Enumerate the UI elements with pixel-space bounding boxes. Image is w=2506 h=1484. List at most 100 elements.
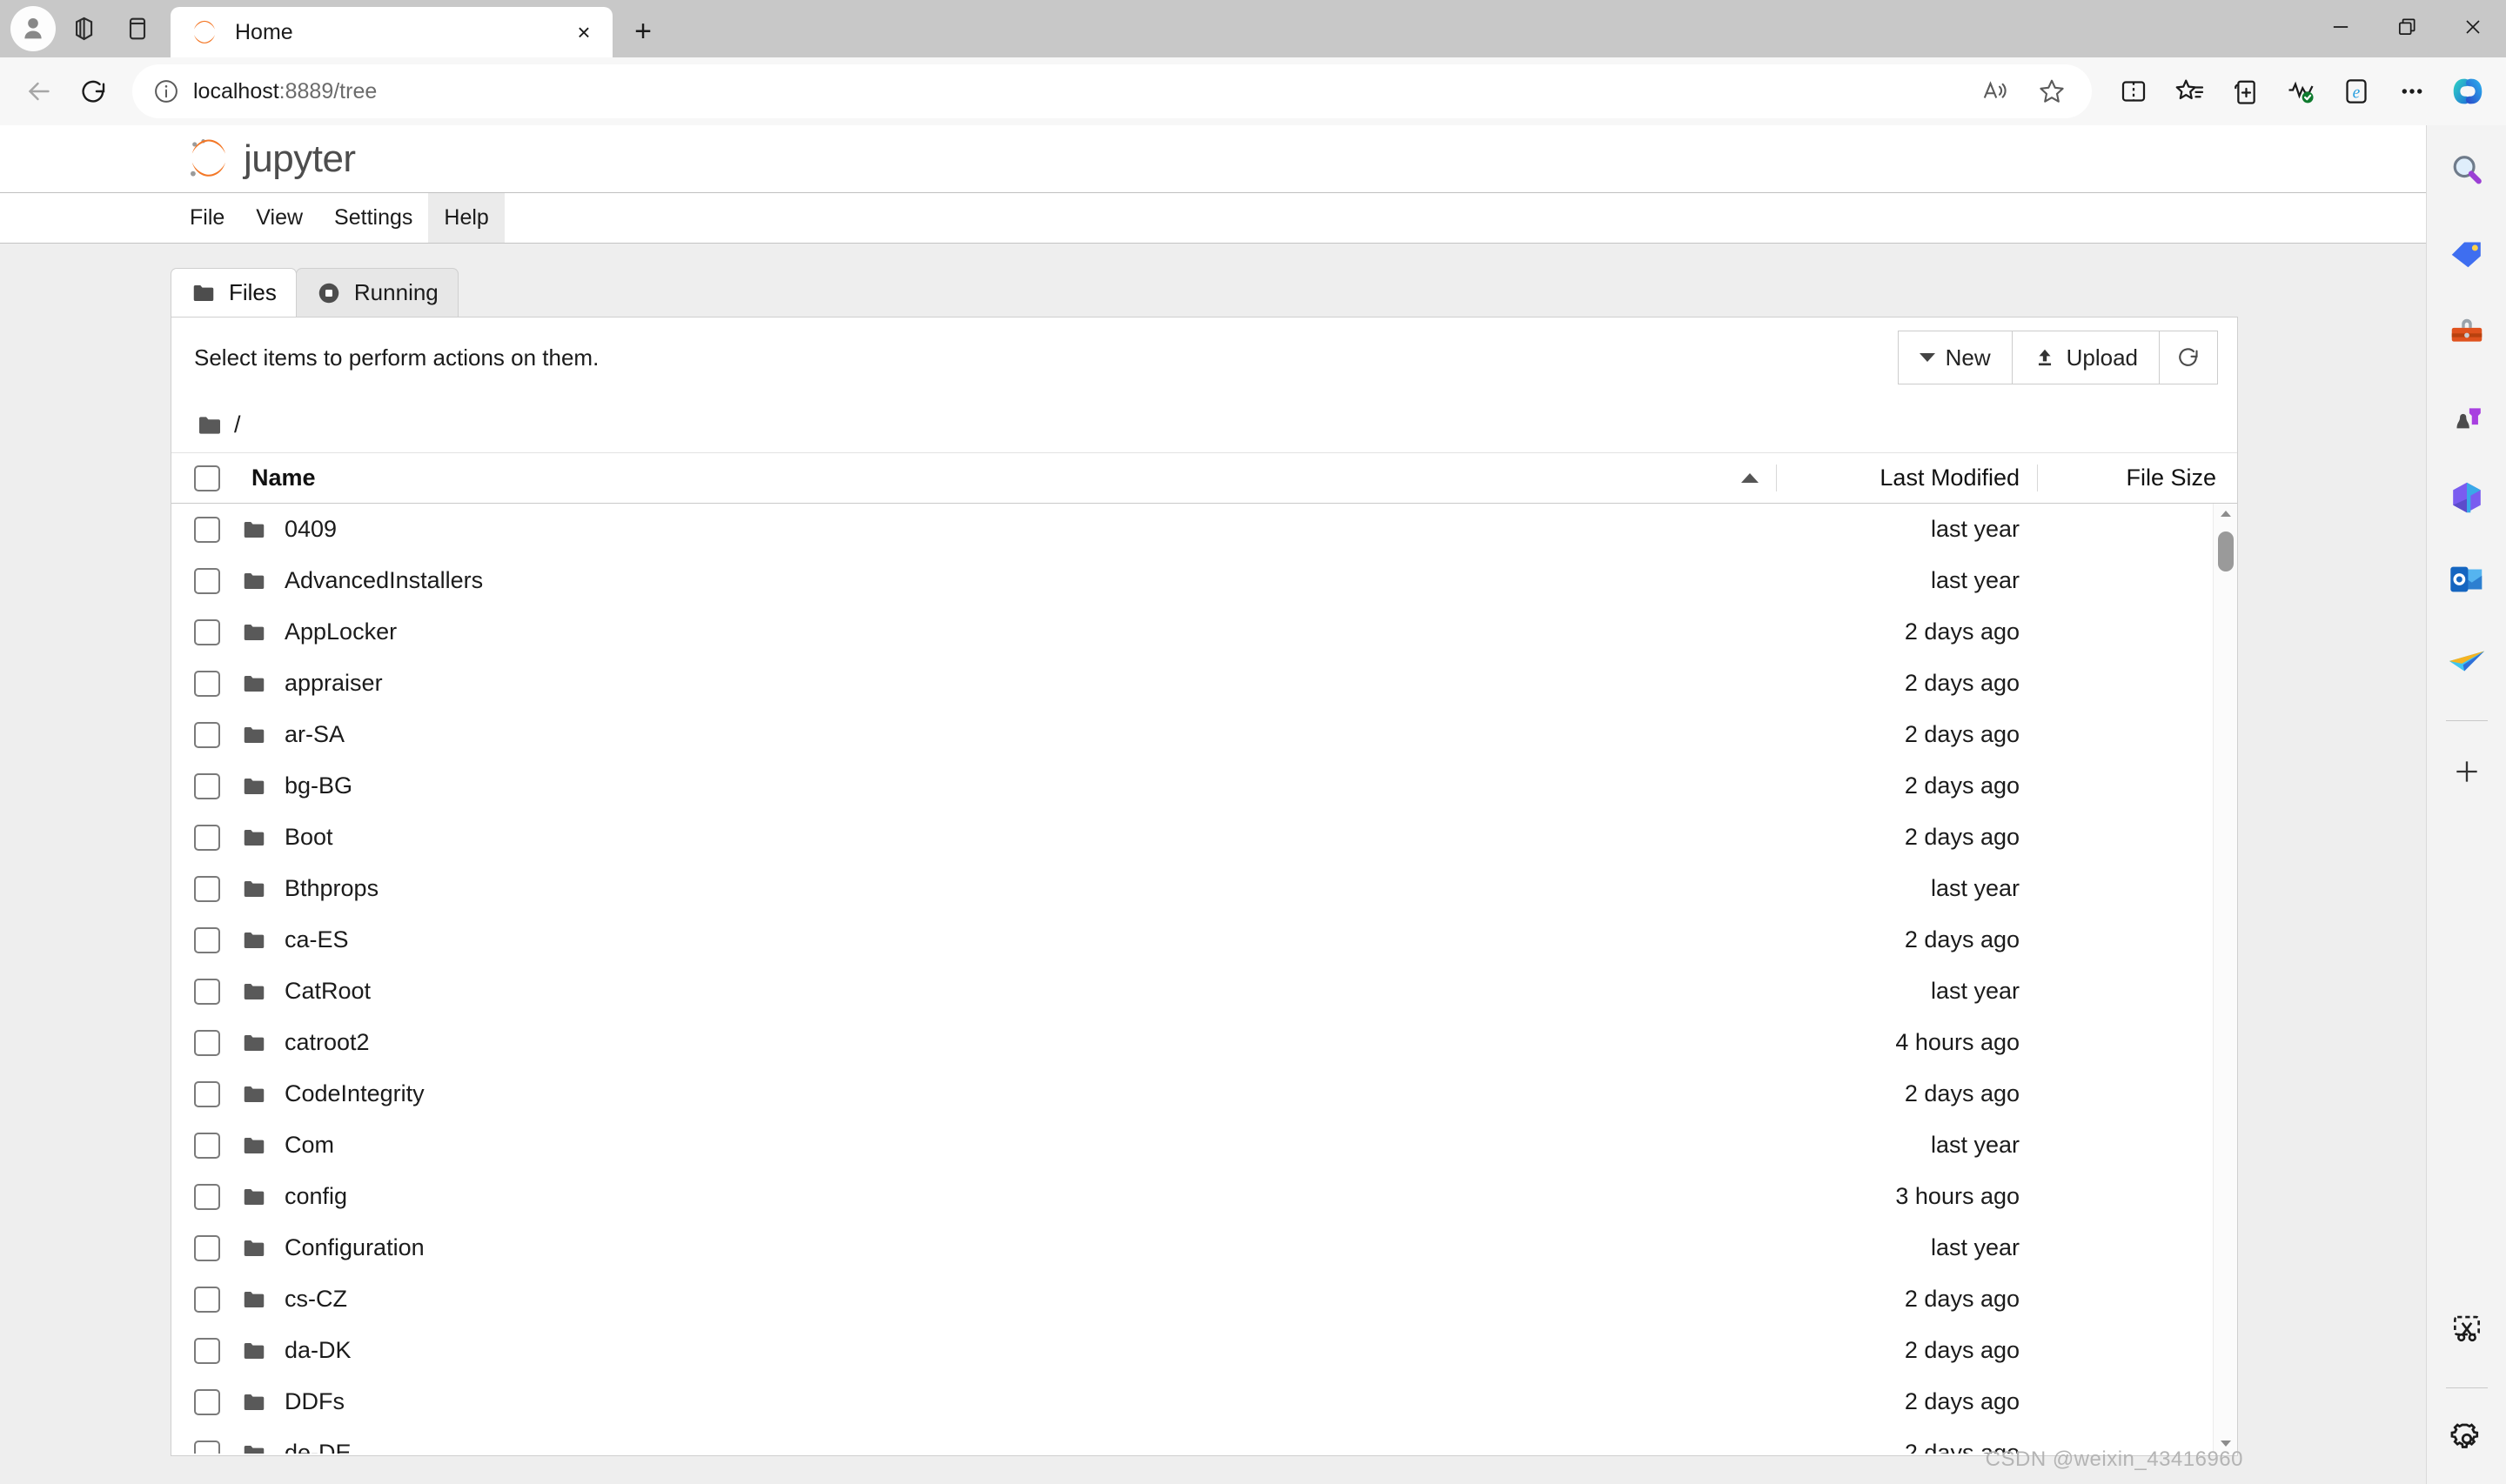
table-row[interactable]: CatRoot last year <box>171 966 2237 1017</box>
browser-tab-home[interactable]: Home × <box>171 7 613 57</box>
row-name[interactable]: Configuration <box>274 1234 1776 1261</box>
sidebar-item-microsoft365[interactable] <box>2439 470 2495 525</box>
tab-actions-button[interactable] <box>113 4 162 53</box>
new-tab-button[interactable]: + <box>620 8 667 55</box>
more-options-button[interactable] <box>2386 65 2438 117</box>
row-checkbox[interactable] <box>194 670 220 697</box>
menu-settings[interactable]: Settings <box>318 193 428 243</box>
close-window-button[interactable] <box>2440 0 2506 54</box>
scrollbar-track[interactable] <box>2214 525 2237 1433</box>
split-screen-button[interactable] <box>2107 65 2160 117</box>
table-row[interactable]: Com last year <box>171 1120 2237 1171</box>
address-bar[interactable]: localhost:8889/tree <box>132 64 2092 118</box>
table-row[interactable]: config 3 hours ago <box>171 1171 2237 1222</box>
tab-running[interactable]: Running <box>295 268 459 317</box>
row-name[interactable]: bg-BG <box>274 772 1776 799</box>
row-checkbox[interactable] <box>194 1388 220 1415</box>
table-row[interactable]: Bthprops last year <box>171 863 2237 914</box>
row-checkbox[interactable] <box>194 1183 220 1210</box>
table-row[interactable]: AppLocker 2 days ago <box>171 606 2237 658</box>
row-name[interactable]: DDFs <box>274 1388 1776 1415</box>
sidebar-item-paper-plane[interactable] <box>2439 633 2495 689</box>
jupyter-logo[interactable]: jupyter <box>184 136 356 183</box>
refresh-button[interactable] <box>66 64 120 118</box>
sort-indicator[interactable] <box>1724 473 1776 483</box>
add-to-collection-button[interactable] <box>2219 65 2271 117</box>
back-button[interactable] <box>12 64 66 118</box>
sidebar-settings-button[interactable] <box>2439 1411 2495 1467</box>
sidebar-item-games[interactable] <box>2439 388 2495 444</box>
table-row[interactable]: ar-SA 2 days ago <box>171 709 2237 760</box>
add-favorite-button[interactable] <box>2026 65 2078 117</box>
row-name[interactable]: Bthprops <box>274 875 1776 902</box>
upload-button[interactable]: Upload <box>2011 331 2160 384</box>
row-checkbox[interactable] <box>194 567 220 594</box>
breadcrumb[interactable]: / <box>171 398 2237 453</box>
sidebar-item-shopping[interactable] <box>2439 224 2495 280</box>
row-name[interactable]: 0409 <box>274 516 1776 543</box>
column-header-last-modified[interactable]: Last Modified <box>1776 465 2037 491</box>
table-row[interactable]: cs-CZ 2 days ago <box>171 1273 2237 1325</box>
table-row[interactable]: DDFs 2 days ago <box>171 1376 2237 1427</box>
column-header-file-size[interactable]: File Size <box>2037 465 2237 491</box>
row-name[interactable]: Boot <box>274 824 1776 851</box>
row-name[interactable]: CatRoot <box>274 978 1776 1005</box>
table-row[interactable]: de-DE 2 days ago <box>171 1427 2237 1454</box>
row-name[interactable]: CodeIntegrity <box>274 1080 1776 1107</box>
workspaces-button[interactable] <box>61 4 110 53</box>
table-row[interactable]: appraiser 2 days ago <box>171 658 2237 709</box>
row-checkbox[interactable] <box>194 978 220 1005</box>
file-list-scrollbar[interactable] <box>2213 504 2237 1454</box>
row-checkbox[interactable] <box>194 1286 220 1313</box>
row-name[interactable]: de-DE <box>274 1440 1776 1454</box>
row-checkbox[interactable] <box>194 824 220 851</box>
sidebar-add-button[interactable] <box>2439 744 2495 799</box>
row-checkbox[interactable] <box>194 1132 220 1159</box>
row-name[interactable]: cs-CZ <box>274 1286 1776 1313</box>
row-name[interactable]: appraiser <box>274 670 1776 697</box>
row-checkbox[interactable] <box>194 516 220 543</box>
table-row[interactable]: AdvancedInstallers last year <box>171 555 2237 606</box>
table-row[interactable]: da-DK 2 days ago <box>171 1325 2237 1376</box>
sidebar-screenshot-button[interactable] <box>2439 1300 2495 1356</box>
table-row[interactable]: Boot 2 days ago <box>171 812 2237 863</box>
restore-button[interactable] <box>2374 0 2440 54</box>
row-checkbox[interactable] <box>194 1029 220 1056</box>
close-tab-button[interactable]: × <box>566 14 602 50</box>
row-name[interactable]: ar-SA <box>274 721 1776 748</box>
copilot-button[interactable] <box>2442 65 2494 117</box>
breadcrumb-root[interactable]: / <box>234 411 241 438</box>
table-row[interactable]: Configuration last year <box>171 1222 2237 1273</box>
minimize-button[interactable] <box>2308 0 2374 54</box>
table-row[interactable]: ca-ES 2 days ago <box>171 914 2237 966</box>
tab-files[interactable]: Files <box>171 268 297 317</box>
browser-essentials-button[interactable] <box>2275 65 2327 117</box>
sidebar-item-search[interactable] <box>2439 143 2495 198</box>
site-info-button[interactable] <box>146 71 186 111</box>
row-checkbox[interactable] <box>194 721 220 748</box>
table-row[interactable]: CodeIntegrity 2 days ago <box>171 1068 2237 1120</box>
ie-mode-button[interactable]: e <box>2330 65 2382 117</box>
profile-avatar-button[interactable] <box>9 4 57 53</box>
scrollbar-thumb[interactable] <box>2218 531 2234 572</box>
row-name[interactable]: Com <box>274 1132 1776 1159</box>
column-header-name[interactable]: Name <box>236 465 1724 491</box>
read-aloud-button[interactable] <box>1968 65 2020 117</box>
sidebar-item-tools[interactable] <box>2439 306 2495 362</box>
row-checkbox[interactable] <box>194 1440 220 1454</box>
menu-help[interactable]: Help <box>428 193 505 243</box>
row-checkbox[interactable] <box>194 1337 220 1364</box>
refresh-file-list-button[interactable] <box>2159 331 2218 384</box>
scroll-up-button[interactable] <box>2219 504 2233 525</box>
row-name[interactable]: config <box>274 1183 1776 1210</box>
row-name[interactable]: ca-ES <box>274 926 1776 953</box>
menu-file[interactable]: File <box>174 193 240 243</box>
table-row[interactable]: 0409 last year <box>171 504 2237 555</box>
row-checkbox[interactable] <box>194 618 220 645</box>
sidebar-item-outlook[interactable] <box>2439 551 2495 607</box>
row-name[interactable]: da-DK <box>274 1337 1776 1364</box>
new-button[interactable]: New <box>1897 331 2013 384</box>
row-checkbox[interactable] <box>194 1080 220 1107</box>
table-row[interactable]: bg-BG 2 days ago <box>171 760 2237 812</box>
table-row[interactable]: catroot2 4 hours ago <box>171 1017 2237 1068</box>
